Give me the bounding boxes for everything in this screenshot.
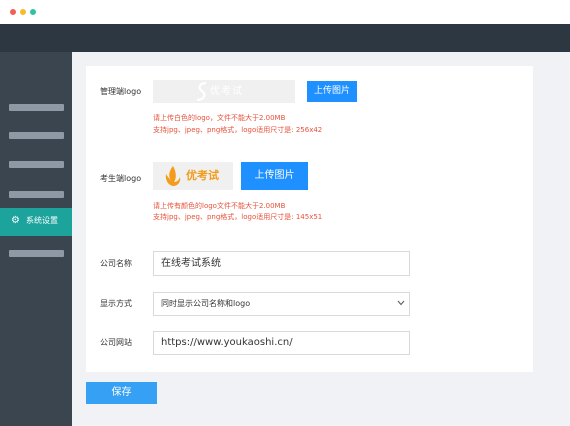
save-button[interactable]: 保存: [86, 382, 157, 404]
sidebar-item-1[interactable]: [0, 92, 72, 120]
display-mode-label: 显示方式: [100, 299, 132, 308]
sidebar-item-4[interactable]: [0, 179, 72, 207]
display-mode-select[interactable]: 同时显示公司名称和logo: [153, 292, 410, 316]
sidebar: ⚙ 系统设置: [0, 52, 72, 426]
chevron-down-icon: [397, 300, 405, 306]
window-titlebar: [0, 0, 570, 24]
company-name-input[interactable]: 在线考试系统: [153, 251, 410, 276]
exam-logo-label: 考生端logo: [100, 174, 142, 183]
sidebar-item-6[interactable]: [0, 238, 72, 266]
sidebar-item-2[interactable]: [0, 120, 72, 148]
sidebar-item-system-settings[interactable]: ⚙ 系统设置: [0, 208, 72, 236]
exam-logo-upload-button[interactable]: 上传图片: [241, 162, 308, 190]
sidebar-item-3[interactable]: [0, 149, 72, 177]
maximize-window-button[interactable]: [30, 9, 36, 15]
app-window: ⚙ 系统设置 管理端logo 优考试 上传图片 请上传白色的logo，文件不能大…: [0, 0, 570, 426]
sidebar-item-placeholder: [9, 161, 64, 168]
gear-icon: ⚙: [11, 215, 20, 226]
company-url-label: 公司网站: [100, 338, 132, 347]
admin-logo-mark-icon: [196, 82, 207, 101]
sidebar-item-placeholder: [9, 191, 64, 198]
sidebar-item-placeholder: [9, 250, 64, 257]
admin-logo-upload-button[interactable]: 上传图片: [307, 81, 357, 102]
exam-logo-text: 优考试: [186, 169, 219, 182]
sidebar-item-placeholder: [9, 104, 64, 111]
exam-logo-hint-1: 请上传有颜色的logo文件不能大于2.00MB: [153, 202, 286, 210]
minimize-window-button[interactable]: [20, 9, 26, 15]
exam-logo-hint-2: 支持jpg、jpeg、png格式，logo适用尺寸是: 145x51: [153, 213, 323, 221]
sidebar-item-label: 系统设置: [26, 216, 58, 225]
admin-logo-hint-2: 支持jpg、jpeg、png格式，logo适用尺寸是: 256x42: [153, 126, 323, 134]
admin-logo-text: 优考试: [210, 86, 243, 97]
exam-logo-mark-icon: [165, 166, 181, 186]
sidebar-item-placeholder: [9, 132, 64, 139]
admin-logo-label: 管理端logo: [100, 87, 142, 96]
admin-logo-hint-1: 请上传白色的logo，文件不能大于2.00MB: [153, 114, 286, 122]
close-window-button[interactable]: [10, 9, 16, 15]
company-name-label: 公司名称: [100, 259, 132, 268]
top-navbar: [0, 24, 570, 52]
company-url-input[interactable]: https://www.youkaoshi.cn/: [153, 331, 410, 355]
